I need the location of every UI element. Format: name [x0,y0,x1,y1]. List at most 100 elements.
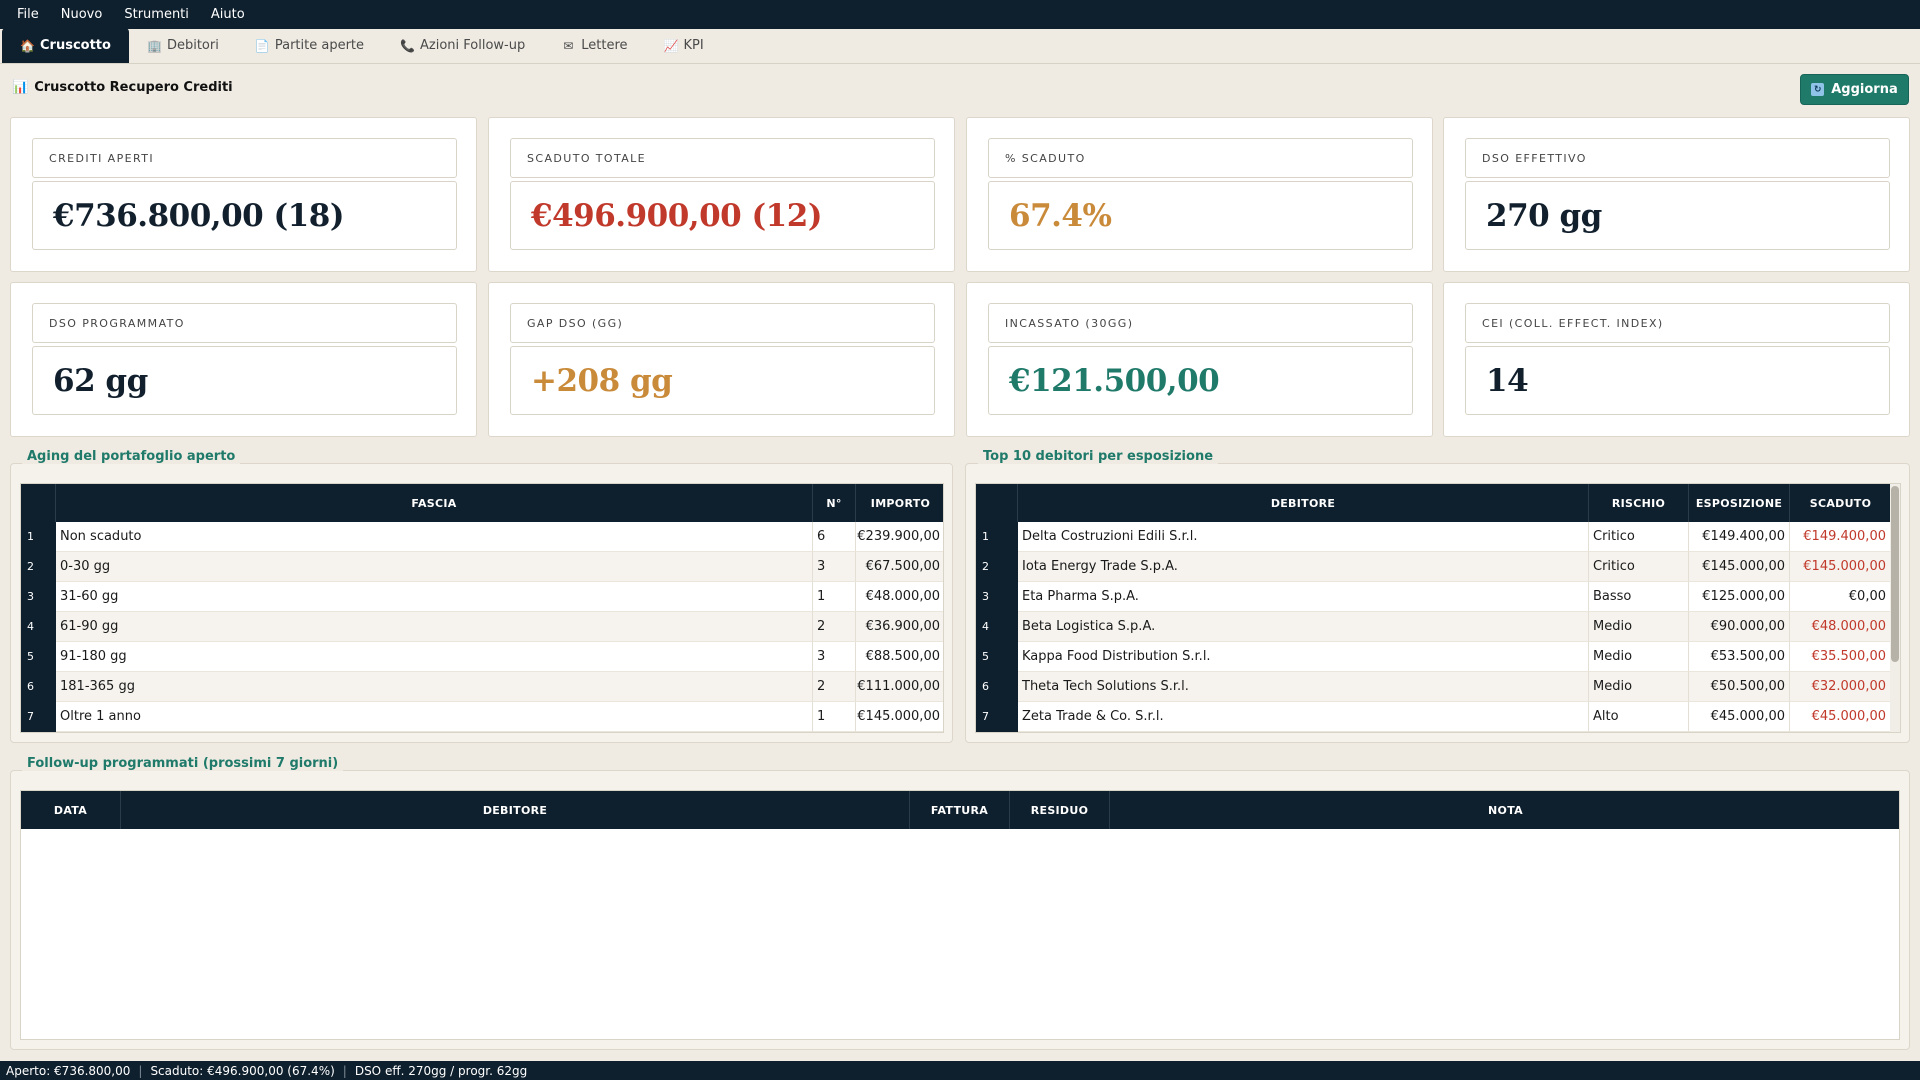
table-row[interactable]: 7 Oltre 1 anno 1 €145.000,00 [21,702,943,732]
kpi-value: 67.4% [988,181,1413,250]
cell-debitore: Delta Costruzioni Edili S.r.l. [1018,522,1589,552]
cell-scaduto: €35.500,00 [1790,642,1891,672]
tab-kpi[interactable]: 📈 KPI [646,28,722,63]
kpi-value: €736.800,00 (18) [32,181,457,250]
document-icon: 📄 [254,38,270,53]
table-row[interactable]: 1 Non scaduto 6 €239.900,00 [21,522,943,552]
table-row[interactable]: 2 0-30 gg 3 €67.500,00 [21,552,943,582]
kpi-card-dso-programmato: DSO PROGRAMMATO 62 gg [10,282,477,437]
column-header-esposizione[interactable]: ESPOSIZIONE [1689,484,1790,522]
page-title: 📊 Cruscotto Recupero Crediti [12,80,233,95]
kpi-card-gap-dso: GAP DSO (GG) +208 gg [488,282,955,437]
menu-strumenti[interactable]: Strumenti [113,0,200,29]
cell-rischio: Basso [1589,582,1689,612]
chart-icon: 📈 [663,38,679,53]
row-number: 5 [976,642,1018,672]
status-separator: | [138,1063,143,1078]
row-number: 3 [21,582,56,612]
column-header-nota[interactable]: NOTA [1110,791,1899,829]
kpi-card-percent-scaduto: % SCADUTO 67.4% [966,117,1433,272]
table-row[interactable]: 4 61-90 gg 2 €36.900,00 [21,612,943,642]
row-number: 5 [21,642,56,672]
menu-aiuto[interactable]: Aiuto [200,0,256,29]
cell-scaduto: €0,00 [1790,582,1891,612]
cell-fascia: Oltre 1 anno [56,702,813,732]
cell-esposizione: €90.000,00 [1689,612,1790,642]
building-icon: 🏢 [146,38,162,53]
corner-header [976,484,1018,522]
table-row[interactable]: 5 91-180 gg 3 €88.500,00 [21,642,943,672]
table-row[interactable]: 2 Iota Energy Trade S.p.A. Critico €145.000… [976,552,1891,582]
cell-fascia: 91-180 gg [56,642,813,672]
scrollbar-thumb[interactable] [1891,486,1899,662]
kpi-label: DSO PROGRAMMATO [32,303,457,343]
cell-rischio: Alto [1589,702,1689,732]
table-row[interactable]: 6 Theta Tech Solutions S.r.l. Medio €50.500… [976,672,1891,702]
table-row[interactable]: 3 31-60 gg 1 €48.000,00 [21,582,943,612]
kpi-value: €121.500,00 [988,346,1413,415]
column-header-data[interactable]: DATA [21,791,121,829]
table-row[interactable]: 3 Eta Pharma S.p.A. Basso €125.000,00 €0,00 [976,582,1891,612]
refresh-button-label: Aggiorna [1831,82,1898,97]
table-row[interactable]: 4 Beta Logistica S.p.A. Medio €90.000,00 €48… [976,612,1891,642]
tab-lettere[interactable]: ✉ Lettere [543,28,645,63]
column-header-debitore[interactable]: DEBITORE [1018,484,1589,522]
cell-count: 1 [813,702,856,732]
column-header-fascia[interactable]: FASCIA [56,484,813,522]
cell-count: 2 [813,612,856,642]
cell-esposizione: €125.000,00 [1689,582,1790,612]
tab-azioni-follow-up[interactable]: 📞 Azioni Follow-up [382,28,543,63]
cell-rischio: Medio [1589,672,1689,702]
kpi-card-cei: CEI (COLL. EFFECT. INDEX) 14 [1443,282,1910,437]
column-header-scaduto[interactable]: SCADUTO [1790,484,1891,522]
row-number: 1 [976,522,1018,552]
aging-table: FASCIA N° IMPORTO 1 Non scaduto 6 €239.900,… [20,483,944,733]
menu-nuovo[interactable]: Nuovo [50,0,114,29]
envelope-icon: ✉ [563,38,574,53]
status-scaduto: Scaduto: €496.900,00 (67.4%) [150,1063,335,1078]
tab-cruscotto[interactable]: 🏠 Cruscotto [2,28,129,63]
column-header-debitore[interactable]: DEBITORE [121,791,910,829]
cell-debitore: Beta Logistica S.p.A. [1018,612,1589,642]
refresh-button[interactable]: ↻ Aggiorna [1800,74,1909,105]
column-header-importo[interactable]: IMPORTO [856,484,943,522]
status-dso: DSO eff. 270gg / progr. 62gg [354,1063,528,1078]
status-bar: Aperto: €736.800,00 | Scaduto: €496.900,… [0,1061,1920,1080]
cell-fascia: Non scaduto [56,522,813,552]
kpi-value: +208 gg [510,346,935,415]
cell-fascia: 31-60 gg [56,582,813,612]
cell-importo: €145.000,00 [856,702,943,732]
table-header: DEBITORE RISCHIO ESPOSIZIONE SCADUTO [976,484,1891,522]
cell-debitore: Kappa Food Distribution S.r.l. [1018,642,1589,672]
tab-label: Azioni Follow-up [420,38,526,53]
tab-debitori[interactable]: 🏢 Debitori [129,28,237,63]
tab-partite-aperte[interactable]: 📄 Partite aperte [237,28,382,63]
cell-debitore: Iota Energy Trade S.p.A. [1018,552,1589,582]
row-number: 6 [976,672,1018,702]
cell-scaduto: €45.000,00 [1790,702,1891,732]
column-header-residuo[interactable]: RESIDUO [1010,791,1110,829]
kpi-card-dso-effettivo: DSO EFFETTIVO 270 gg [1443,117,1910,272]
tab-bar: 🏠 Cruscotto 🏢 Debitori 📄 Partite aperte … [0,28,1920,64]
phone-icon: 📞 [400,38,415,53]
table-scrollbar[interactable] [1890,484,1900,732]
menu-bar: File Nuovo Strumenti Aiuto [0,0,1920,29]
cell-count: 3 [813,642,856,672]
followup-table: DATA DEBITORE FATTURA RESIDUO NOTA [20,790,1900,1040]
table-header: FASCIA N° IMPORTO [21,484,943,522]
column-header-count[interactable]: N° [813,484,856,522]
table-row[interactable]: 5 Kappa Food Distribution S.r.l. Medio €53.… [976,642,1891,672]
top-debtors-table: DEBITORE RISCHIO ESPOSIZIONE SCADUTO 1 De… [975,483,1901,733]
corner-header [21,484,56,522]
table-row[interactable]: 6 181-365 gg 2 €111.000,00 [21,672,943,702]
menu-file[interactable]: File [6,0,50,29]
column-header-fattura[interactable]: FATTURA [910,791,1010,829]
column-header-rischio[interactable]: RISCHIO [1589,484,1689,522]
row-number: 7 [21,702,56,732]
cell-esposizione: €149.400,00 [1689,522,1790,552]
table-row[interactable]: 7 Zeta Trade & Co. S.r.l. Alto €45.000,00 €4… [976,702,1891,732]
kpi-value: €496.900,00 (12) [510,181,935,250]
cell-importo: €48.000,00 [856,582,943,612]
table-row[interactable]: 1 Delta Costruzioni Edili S.r.l. Critico €1… [976,522,1891,552]
cell-scaduto: €32.000,00 [1790,672,1891,702]
